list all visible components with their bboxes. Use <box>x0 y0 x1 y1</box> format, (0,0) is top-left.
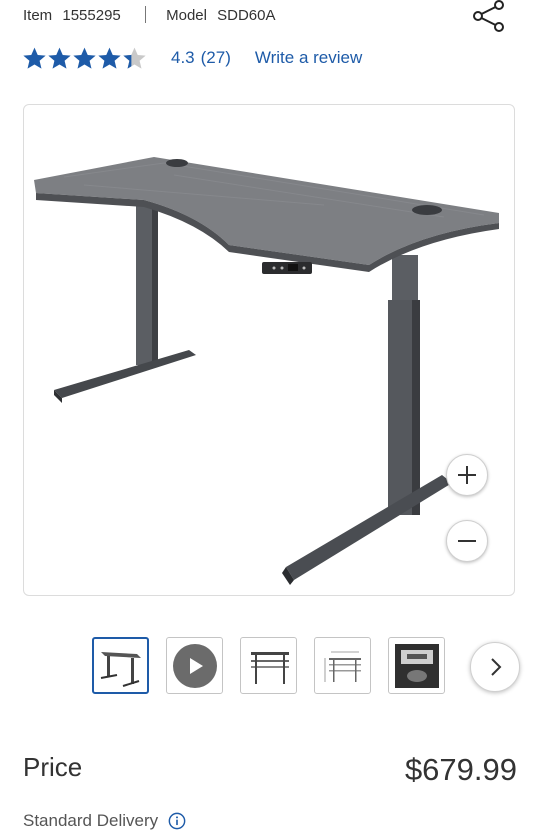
model-number: SDD60A <box>217 7 276 24</box>
item-label: Item <box>23 7 53 24</box>
info-icon[interactable] <box>168 812 186 830</box>
zoom-out-button[interactable] <box>446 520 488 562</box>
star-rating <box>22 46 147 71</box>
star-icon <box>98 47 121 69</box>
rating-row: 4.3 (27) Write a review <box>22 44 362 72</box>
divider <box>144 6 146 23</box>
thumbnail-desk-front-view[interactable] <box>240 637 297 694</box>
price-value: $679.99 <box>404 752 517 787</box>
play-icon <box>189 657 203 674</box>
product-image-desk <box>34 157 499 585</box>
standard-delivery-label: Standard Delivery <box>23 811 159 830</box>
write-review-link[interactable]: Write a review <box>255 48 362 68</box>
thumbnail-strip <box>92 637 462 694</box>
share-icon[interactable] <box>470 0 510 32</box>
star-icon <box>48 47 71 69</box>
partial-star-icon <box>123 47 146 69</box>
price-label: Price <box>23 752 83 782</box>
star-icon <box>23 47 46 69</box>
star-icon <box>73 47 96 69</box>
chevron-right-icon <box>491 658 502 676</box>
thumbnail-desk-dimensions[interactable] <box>314 637 371 694</box>
delivery-row: Standard Delivery <box>23 811 186 831</box>
plus-icon <box>458 466 476 484</box>
thumbnail-controller-closeup[interactable] <box>388 637 445 694</box>
rating-count[interactable]: (27) <box>201 48 231 68</box>
item-number: 1555295 <box>62 7 121 24</box>
thumbnail-video[interactable] <box>166 637 223 694</box>
zoom-in-button[interactable] <box>446 454 488 496</box>
thumbnail-desk-side-view[interactable] <box>92 637 149 694</box>
item-model-row: Item 1555295 Model SDD60A <box>23 6 276 24</box>
product-image-viewer[interactable] <box>23 104 515 596</box>
next-thumbnail-button[interactable] <box>470 642 520 692</box>
rating-value[interactable]: 4.3 <box>171 48 195 68</box>
model-label: Model <box>166 7 207 24</box>
minus-icon <box>458 540 476 542</box>
